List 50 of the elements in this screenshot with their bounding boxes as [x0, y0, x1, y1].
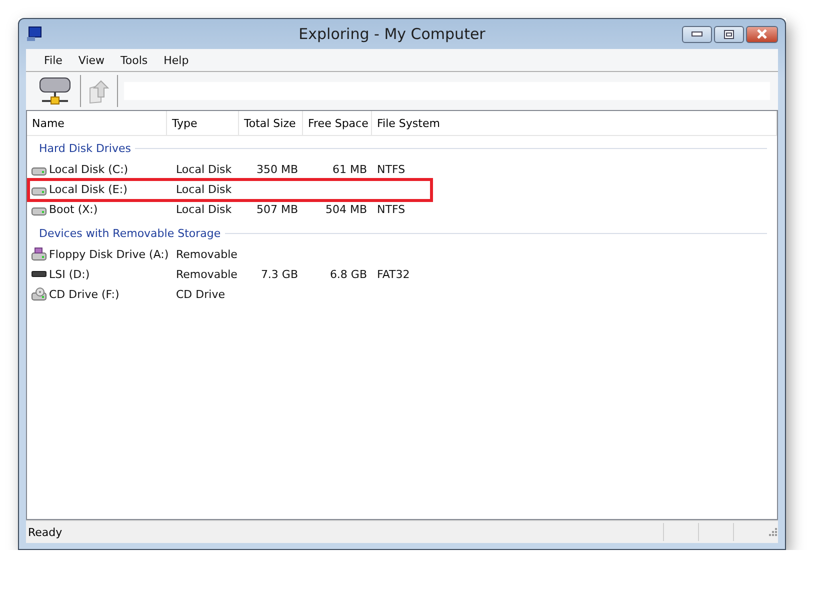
resize-grip-icon[interactable] [768, 527, 778, 537]
floppy-drive-icon [31, 247, 47, 261]
drive-name[interactable]: CD Drive (F:) [49, 288, 120, 300]
group-header: Devices with Removable Storage [39, 226, 221, 240]
free-space: 61 MB [331, 162, 368, 176]
drive-type: CD Drive [175, 288, 226, 300]
maximize-icon [724, 30, 734, 38]
total-size: 350 MB [255, 162, 299, 176]
drive-row[interactable]: Floppy Disk Drive (A:) Removable [27, 244, 777, 264]
column-header[interactable]: Free Space [303, 111, 372, 135]
free-space: 504 MB [324, 202, 368, 216]
menu-item[interactable]: View [70, 54, 113, 66]
minimize-button[interactable] [682, 26, 712, 42]
minimize-icon [691, 31, 703, 37]
cd-drive-icon [31, 287, 47, 301]
status-text: Ready [27, 526, 64, 538]
file-system: NTFS [376, 202, 406, 216]
menu-item[interactable]: Tools [112, 54, 156, 66]
drive-name[interactable]: Local Disk (E:) [49, 182, 128, 196]
file-system: FAT32 [376, 268, 411, 280]
drive-type: Local Disk [175, 182, 233, 196]
drive-name[interactable]: Boot (X:) [49, 202, 98, 216]
drive-row[interactable]: LSI (D:) Removable 7.3 GB 6.8 GB FAT32 [27, 264, 777, 284]
close-icon [756, 29, 768, 39]
free-space: 6.8 GB [328, 268, 368, 280]
drive-type: Removable [175, 248, 238, 260]
menu-item[interactable]: File [36, 54, 70, 66]
drive-name[interactable]: LSI (D:) [49, 268, 90, 280]
drive-row[interactable]: Local Disk (C:) Local Disk 350 MB 61 MB NTFS [27, 159, 777, 179]
removable-drive-icon [31, 271, 47, 277]
drive-type: Removable [175, 268, 238, 280]
file-system: NTFS [376, 162, 406, 176]
column-header[interactable]: Total Size [239, 111, 303, 135]
group-header: Hard Disk Drives [39, 142, 132, 154]
menu-item[interactable]: Help [156, 54, 197, 66]
column-header[interactable]: File System [372, 111, 777, 135]
drive-name[interactable]: Floppy Disk Drive (A:) [49, 248, 169, 260]
maximize-button[interactable] [714, 26, 744, 42]
close-button[interactable] [746, 26, 778, 42]
drive-name[interactable]: Local Disk (C:) [49, 162, 128, 176]
column-header[interactable]: Type [167, 111, 239, 135]
computer-icon [26, 26, 42, 42]
column-header[interactable]: Name [27, 111, 167, 135]
total-size: 507 MB [255, 202, 299, 216]
drive-type: Local Disk [175, 162, 233, 176]
drive-type: Local Disk [175, 202, 233, 216]
drive-row[interactable]: Boot (X:) Local Disk 507 MB 504 MB NTFS [27, 199, 777, 219]
window-title: Exploring - My Computer [298, 25, 486, 43]
total-size: 7.3 GB [260, 268, 299, 280]
drive-row[interactable]: CD Drive (F:) CD Drive [27, 284, 777, 304]
